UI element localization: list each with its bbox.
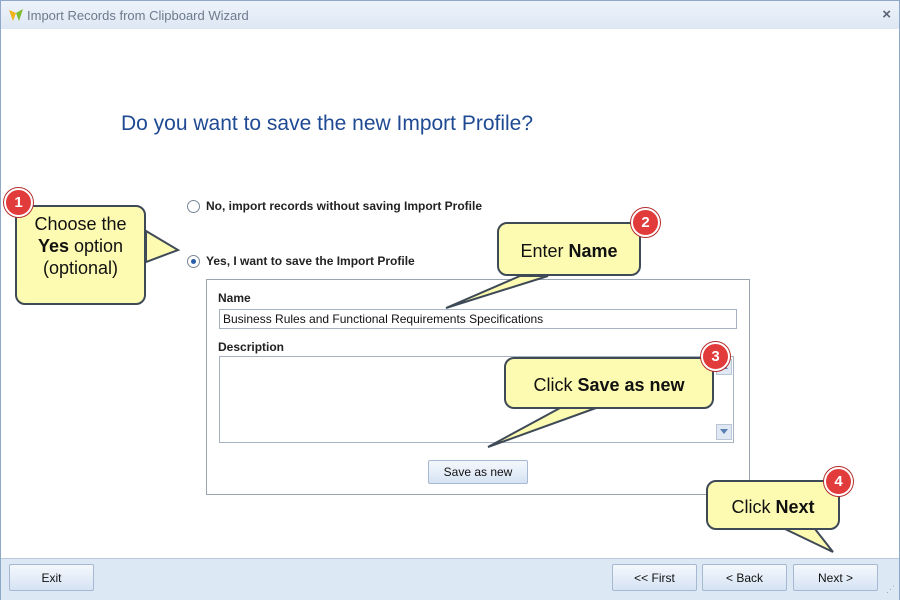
callout-1: Choose the Yes option (optional) (15, 205, 146, 305)
callout-3-tail (487, 407, 597, 448)
callout-3: Click Save as new (504, 357, 714, 409)
callout-4-tail (784, 528, 834, 553)
callout-4: Click Next (706, 480, 840, 530)
callout-1-line3: (optional) (42, 258, 119, 278)
callout-2-tail (445, 275, 549, 309)
callout-1-line1: Choose the (34, 214, 127, 234)
step-badge-2: 2 (631, 208, 660, 237)
callout-2: Enter Name (497, 222, 641, 276)
step-badge-1: 1 (4, 188, 33, 217)
step-badge-3: 3 (701, 342, 730, 371)
callout-1-line2: Yes option (37, 236, 124, 256)
step-badge-4: 4 (824, 467, 853, 496)
callout-1-tail (145, 229, 181, 264)
